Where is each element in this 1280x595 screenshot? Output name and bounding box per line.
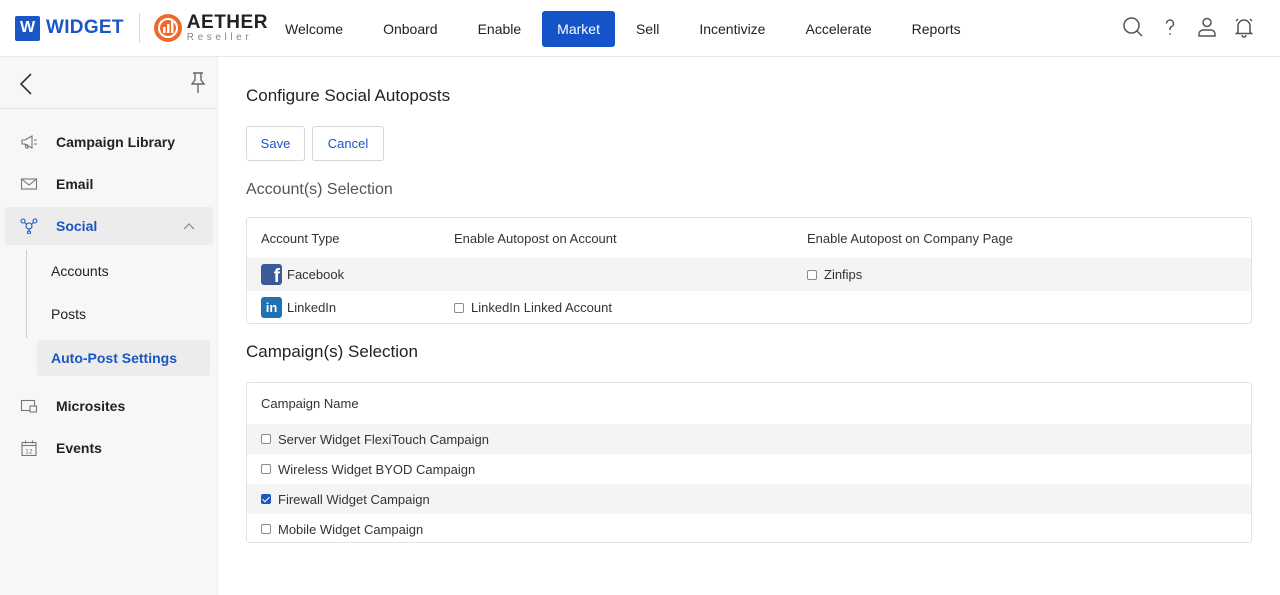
- chevron-up-icon[interactable]: [183, 221, 195, 231]
- sidebar-header: [0, 57, 217, 109]
- aether-logo: AETHER Reseller: [153, 13, 268, 43]
- sidebar-item-label: Email: [56, 176, 94, 192]
- sidebar-item-social[interactable]: Social: [5, 207, 213, 245]
- nav-enable[interactable]: Enable: [458, 11, 542, 47]
- table-row[interactable]: Firewall Widget Campaign: [247, 484, 1251, 514]
- sidebar: Campaign Library Email Social Accounts P…: [0, 57, 218, 595]
- pin-icon[interactable]: [190, 71, 206, 95]
- campaigns-table: Campaign Name Server Widget FlexiTouch C…: [246, 382, 1252, 543]
- help-icon[interactable]: [1158, 15, 1182, 39]
- table-row[interactable]: Mobile Widget Campaign: [247, 514, 1251, 544]
- company-option[interactable]: Zinfips: [807, 267, 862, 282]
- sidebar-sub-posts[interactable]: Posts: [37, 296, 210, 332]
- table-row[interactable]: Wireless Widget BYOD Campaign: [247, 454, 1251, 484]
- search-icon[interactable]: [1121, 15, 1145, 39]
- megaphone-icon: [21, 135, 37, 149]
- campaign-name: Wireless Widget BYOD Campaign: [278, 461, 476, 477]
- sidebar-item-campaign-library[interactable]: Campaign Library: [5, 123, 213, 161]
- page-title: Configure Social Autoposts: [246, 86, 451, 105]
- calendar-icon: 12: [21, 440, 37, 456]
- sidebar-tree-line: [26, 250, 27, 338]
- nav-incentivize[interactable]: Incentivize: [679, 11, 785, 47]
- chevron-left-icon[interactable]: [18, 72, 34, 96]
- brand[interactable]: W WIDGET AETHER Reseller: [15, 13, 268, 43]
- envelope-icon: [20, 178, 38, 190]
- cancel-button[interactable]: Cancel: [312, 126, 384, 161]
- account-type-label: Facebook: [287, 267, 345, 282]
- zinfips-checkbox[interactable]: [807, 269, 817, 280]
- svg-text:12: 12: [25, 449, 33, 456]
- sidebar-sub-accounts[interactable]: Accounts: [37, 253, 210, 289]
- campaigns-header-row: Campaign Name: [247, 383, 1251, 424]
- column-header-campaign-name: Campaign Name: [261, 396, 359, 411]
- campaigns-section-title: Campaign(s) Selection: [246, 342, 418, 361]
- table-row: in LinkedIn LinkedIn Linked Account: [247, 291, 1251, 324]
- user-icon[interactable]: [1195, 15, 1219, 39]
- aether-logo-icon: [153, 14, 182, 42]
- column-header-enable-account: Enable Autopost on Account: [454, 230, 617, 246]
- account-type-label: LinkedIn: [287, 300, 337, 315]
- sidebar-item-email[interactable]: Email: [5, 165, 213, 203]
- sidebar-item-label: Campaign Library: [56, 134, 176, 150]
- nav-onboard[interactable]: Onboard: [363, 11, 457, 47]
- campaign-checkbox[interactable]: [261, 434, 271, 444]
- nav-sell[interactable]: Sell: [616, 11, 679, 47]
- sidebar-sub-auto-post-settings[interactable]: Auto-Post Settings: [37, 340, 210, 376]
- widget-logo-text: WIDGET: [46, 17, 124, 38]
- top-icons: [1121, 15, 1256, 39]
- aether-name: AETHER: [186, 12, 268, 33]
- sidebar-item-label: Microsites: [56, 398, 126, 414]
- linkedin-account-checkbox[interactable]: [454, 302, 464, 313]
- table-row[interactable]: Server Widget FlexiTouch Campaign: [247, 424, 1251, 454]
- campaign-name: Firewall Widget Campaign: [278, 491, 430, 507]
- account-option[interactable]: LinkedIn Linked Account: [454, 300, 612, 315]
- campaign-checkbox[interactable]: [261, 524, 271, 534]
- sidebar-item-microsites[interactable]: Microsites: [5, 387, 213, 425]
- nav-reports[interactable]: Reports: [892, 11, 981, 47]
- accounts-table: Account Type Enable Autopost on Account …: [246, 217, 1252, 324]
- nav-welcome[interactable]: Welcome: [265, 11, 363, 47]
- table-row: f Facebook Zinfips: [247, 258, 1251, 291]
- campaign-name: Mobile Widget Campaign: [278, 521, 424, 537]
- nav-market[interactable]: Market: [542, 11, 615, 47]
- nav-accelerate[interactable]: Accelerate: [785, 11, 891, 47]
- campaign-checkbox-checked[interactable]: [261, 494, 271, 504]
- sidebar-item-events[interactable]: 12 Events: [5, 429, 213, 467]
- main-nav: Welcome Onboard Enable Market Sell Incen…: [265, 11, 981, 47]
- campaign-checkbox[interactable]: [261, 464, 271, 474]
- column-header-enable-company: Enable Autopost on Company Page: [807, 230, 1013, 246]
- linkedin-icon: in: [261, 297, 282, 318]
- accounts-section-title: Account(s) Selection: [246, 181, 393, 198]
- widget-logo-mark: W: [15, 15, 40, 41]
- column-header-account-type: Account Type: [261, 230, 340, 246]
- microsite-icon: [20, 399, 38, 413]
- sidebar-item-label: Events: [56, 440, 102, 456]
- bell-icon[interactable]: [1232, 15, 1256, 39]
- facebook-icon: f: [261, 264, 282, 285]
- campaign-name: Server Widget FlexiTouch Campaign: [278, 431, 489, 447]
- company-option-label: Zinfips: [824, 267, 863, 282]
- accounts-header-row: Account Type Enable Autopost on Account …: [247, 218, 1251, 258]
- top-bar: W WIDGET AETHER Reseller Welcome Onboard…: [0, 0, 1280, 57]
- save-button[interactable]: Save: [246, 126, 305, 161]
- aether-sub: Reseller: [186, 32, 253, 43]
- brand-divider: [138, 13, 140, 43]
- sidebar-item-label: Social: [56, 218, 98, 234]
- account-option-label: LinkedIn Linked Account: [471, 300, 612, 315]
- social-network-icon: [20, 218, 38, 234]
